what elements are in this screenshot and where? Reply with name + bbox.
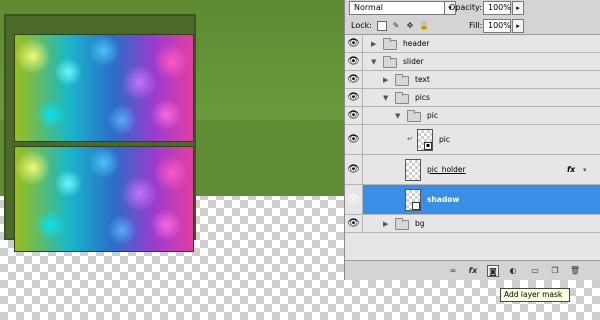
smart-object-icon: ▪ [424, 142, 432, 150]
visibility-eye-icon[interactable]: 👁 [345, 89, 363, 106]
layer-name: header [403, 39, 430, 48]
tooltip: Add layer mask [500, 288, 570, 302]
lock-all-icon[interactable]: 🔒 [419, 21, 429, 31]
visibility-eye-icon[interactable]: 👁 [345, 35, 363, 52]
visibility-eye-icon[interactable]: 👁 [345, 125, 363, 154]
layer-row-slider[interactable]: 👁 ▼ slider [345, 53, 600, 71]
layers-list: 👁 ▶ header 👁 ▼ slider 👁 ▶ text 👁 ▼ pics [345, 34, 600, 260]
delete-layer-icon[interactable]: 🗑 [569, 265, 581, 277]
layer-thumbnail: ▪ [405, 189, 421, 211]
layer-row-text[interactable]: 👁 ▶ text [345, 71, 600, 89]
visibility-eye-icon[interactable]: 👁 [345, 107, 363, 124]
link-layers-icon[interactable]: ∞ [447, 265, 459, 277]
fill-label: Fill: [469, 21, 483, 30]
layer-effects-icon[interactable]: fx [567, 165, 575, 175]
effects-dropdown-icon[interactable]: ▾ [583, 166, 587, 174]
layer-name: pic_holder [427, 165, 466, 174]
layers-bottom-toolbar: ∞ fx ◙ ◐ ▭ ❐ 🗑 [345, 260, 600, 280]
layer-row-bg[interactable]: 👁 ▶ bg [345, 215, 600, 233]
layer-name: bg [415, 219, 425, 228]
expand-triangle-icon[interactable]: ▶ [371, 40, 376, 48]
folder-icon [383, 56, 397, 68]
layer-row-pic-group[interactable]: 👁 ▼ pic [345, 107, 600, 125]
folder-icon [407, 110, 421, 122]
lock-transparent-pixels-icon[interactable] [377, 21, 387, 31]
new-layer-icon[interactable]: ❐ [549, 265, 561, 277]
blend-mode-select[interactable]: Normal [349, 1, 445, 15]
add-layer-mask-icon[interactable]: ◙ [487, 265, 499, 277]
smart-object-icon: ▪ [412, 202, 420, 210]
layer-name: shadow [427, 195, 460, 204]
collapse-triangle-icon[interactable]: ▼ [395, 112, 400, 120]
folder-icon [395, 92, 409, 104]
fill-field[interactable]: 100% [483, 19, 511, 33]
picture-frame [4, 14, 196, 252]
clipping-arrow-icon: ↵ [407, 135, 413, 143]
layer-row-pic[interactable]: 👁 ↵ ▪ pic [345, 125, 600, 155]
lock-label: Lock: [351, 21, 372, 30]
folder-icon [383, 38, 397, 50]
slider-image-bottom [14, 146, 194, 252]
layer-row-pics[interactable]: 👁 ▼ pics [345, 89, 600, 107]
layer-name: pic [439, 135, 450, 144]
layer-name: pics [415, 93, 430, 102]
layer-name: slider [403, 57, 424, 66]
layer-name: text [415, 75, 430, 84]
opacity-slider-arrow[interactable]: ▸ [512, 1, 524, 15]
lock-position-icon[interactable]: ✥ [405, 21, 415, 31]
layer-thumbnail: ▪ [417, 129, 433, 151]
layer-row-header[interactable]: 👁 ▶ header [345, 35, 600, 53]
expand-triangle-icon[interactable]: ▶ [383, 220, 388, 228]
fill-slider-arrow[interactable]: ▸ [512, 19, 524, 33]
opacity-field[interactable]: 100% [483, 1, 511, 15]
slider-image-top [14, 34, 194, 142]
adjustment-layer-icon[interactable]: ◐ [507, 265, 519, 277]
folder-icon [395, 74, 409, 86]
layer-thumbnail [405, 159, 421, 181]
visibility-eye-icon[interactable]: 👁 [345, 215, 363, 232]
expand-triangle-icon[interactable]: ▶ [383, 76, 388, 84]
folder-icon [395, 218, 409, 230]
visibility-eye-icon[interactable]: 👁 [345, 71, 363, 88]
add-layer-style-icon[interactable]: fx [467, 265, 479, 277]
layer-row-shadow[interactable]: 👁 ▪ shadow [345, 185, 600, 215]
visibility-eye-icon[interactable]: 👁 [345, 53, 363, 70]
visibility-eye-icon[interactable]: 👁 [345, 185, 363, 214]
collapse-triangle-icon[interactable]: ▼ [383, 94, 388, 102]
visibility-eye-icon[interactable]: 👁 [345, 155, 363, 184]
layer-name: pic [427, 111, 438, 120]
lock-image-pixels-icon[interactable]: ✎ [391, 21, 401, 31]
layer-row-pic-holder[interactable]: 👁 pic_holder fx ▾ [345, 155, 600, 185]
layers-panel: Normal ▾ Opacity: 100% ▸ Lock: ✎ ✥ 🔒 Fil… [344, 0, 600, 280]
opacity-label: Opacity: [449, 3, 482, 12]
new-group-icon[interactable]: ▭ [529, 265, 541, 277]
collapse-triangle-icon[interactable]: ▼ [371, 58, 376, 66]
